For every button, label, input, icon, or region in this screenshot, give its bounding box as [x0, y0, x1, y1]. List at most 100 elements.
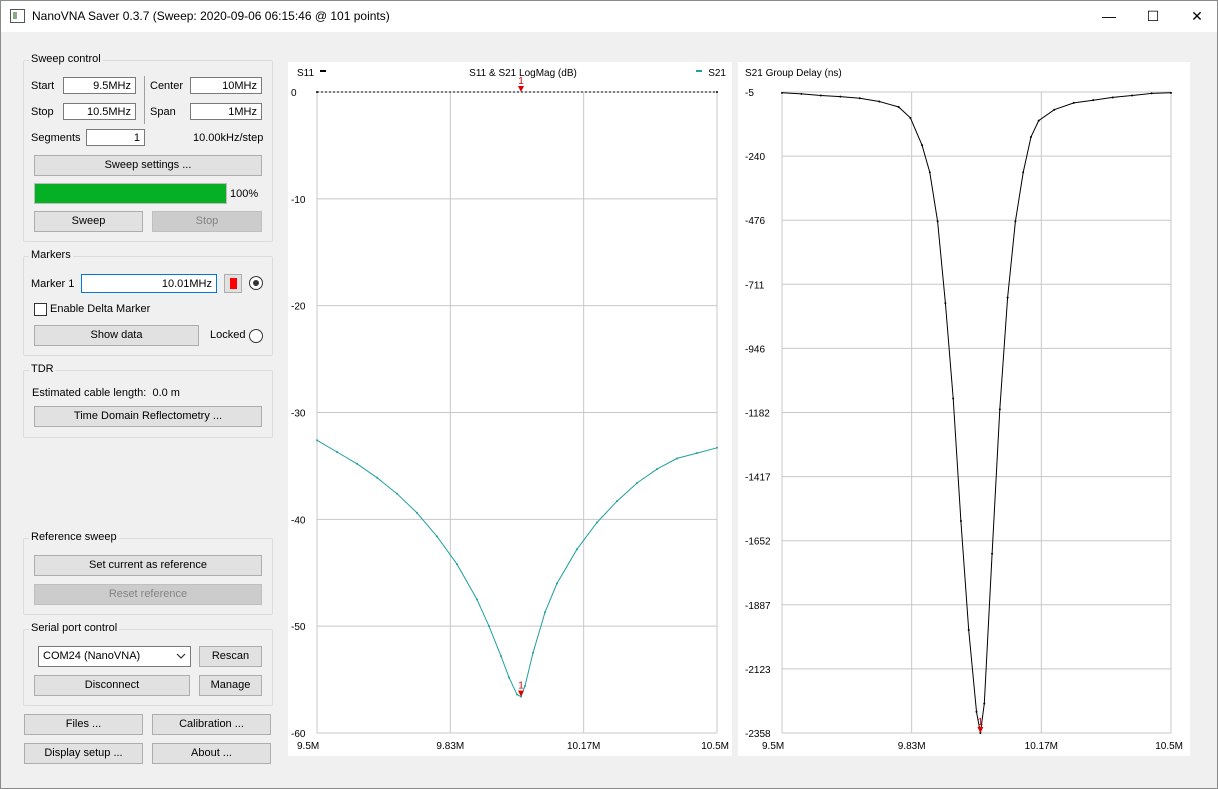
- segments-input[interactable]: 1: [86, 129, 145, 146]
- y-tick-label: -711: [745, 280, 765, 291]
- series-point: [897, 105, 900, 108]
- close-button[interactable]: ✕: [1174, 0, 1218, 32]
- x-tick-label: 10.5M: [701, 741, 729, 752]
- series-point: [716, 446, 718, 449]
- files-button[interactable]: Files ...: [24, 714, 143, 735]
- series-point: [967, 629, 970, 632]
- tdr-group: [23, 370, 273, 438]
- series-point: [576, 548, 578, 551]
- progress-text: 100%: [230, 188, 259, 200]
- marker-label: 1: [978, 717, 984, 728]
- locked-label: Locked: [210, 329, 246, 341]
- y-tick-label: -5: [745, 88, 754, 99]
- series-point: [524, 684, 526, 687]
- calibration-button[interactable]: Calibration ...: [152, 714, 271, 735]
- series-point: [1006, 296, 1009, 299]
- series-point: [944, 302, 947, 305]
- series-point: [488, 625, 490, 628]
- y-tick-label: -946: [745, 344, 765, 355]
- series-point: [1029, 135, 1032, 138]
- series-point: [696, 452, 698, 455]
- reset-reference-button[interactable]: Reset reference: [34, 584, 262, 605]
- stop-input[interactable]: 10.5MHz: [63, 103, 136, 120]
- series-point: [1131, 94, 1134, 97]
- x-tick-label: 10.17M: [567, 741, 600, 752]
- series-point: [800, 92, 803, 95]
- maximize-button[interactable]: ☐: [1130, 0, 1176, 32]
- series-point: [936, 220, 939, 223]
- minimize-button[interactable]: —: [1086, 0, 1132, 32]
- sweep-progress-bar: [34, 183, 227, 204]
- series-point: [436, 535, 438, 538]
- group-delay-chart-svg: S21 Group Delay (ns) -5 -240 -476 -711 -946 -1…: [745, 68, 1183, 752]
- set-reference-button[interactable]: Set current as reference: [34, 555, 262, 576]
- y-tick-label: -20: [291, 302, 306, 313]
- center-input[interactable]: 10MHz: [190, 77, 262, 94]
- y-tick-label: -476: [745, 216, 765, 227]
- series-point: [508, 676, 510, 679]
- logmag-chart: S11 & S21 LogMag (dB) 0 -10 -20 -30 -40 -50 -60…: [288, 62, 732, 756]
- series-point: [636, 482, 638, 485]
- marker1-color-button[interactable]: [224, 274, 242, 293]
- disconnect-button[interactable]: Disconnect: [34, 675, 190, 696]
- series-point: [878, 100, 881, 103]
- tdr-title: TDR: [29, 363, 56, 375]
- x-tick-label: 10.5M: [1155, 741, 1183, 752]
- title-bar: NanoVNA Saver 0.3.7 (Sweep: 2020-09-06 0…: [0, 0, 1218, 32]
- rescan-button[interactable]: Rescan: [199, 646, 262, 667]
- manage-button[interactable]: Manage: [199, 675, 262, 696]
- start-input[interactable]: 9.5MHz: [63, 77, 136, 94]
- delta-marker-checkbox[interactable]: [34, 303, 47, 316]
- y-tick-label: -10: [291, 195, 306, 206]
- port-select[interactable]: COM24 (NanoVNA): [38, 646, 191, 667]
- series-point: [544, 611, 546, 614]
- span-input[interactable]: 1MHz: [190, 103, 262, 120]
- locked-radio[interactable]: [249, 329, 263, 343]
- series-point: [952, 397, 955, 400]
- x-tick-label: 9.83M: [898, 741, 926, 752]
- chevron-down-icon: [176, 653, 186, 659]
- series-point: [676, 457, 678, 460]
- marker1-input[interactable]: 10.01MHz: [81, 274, 217, 293]
- series-point: [781, 91, 783, 94]
- stop-label: Stop: [31, 106, 54, 118]
- sweep-button[interactable]: Sweep: [34, 211, 143, 232]
- y-tick-label: -1887: [745, 601, 771, 612]
- series-point: [1170, 91, 1172, 94]
- series-point: [1072, 101, 1075, 104]
- series-point: [456, 563, 458, 566]
- series-point: [656, 468, 658, 471]
- series-point: [1053, 108, 1056, 111]
- tdr-button[interactable]: Time Domain Reflectometry ...: [34, 406, 262, 427]
- y-tick-label: -60: [291, 729, 306, 740]
- span-label: Span: [150, 106, 176, 118]
- delta-marker-label: Enable Delta Marker: [50, 303, 151, 315]
- display-setup-button[interactable]: Display setup ...: [24, 743, 143, 764]
- sweep-settings-button[interactable]: Sweep settings ...: [34, 155, 262, 176]
- series-point: [556, 582, 558, 585]
- x-tick-label: 9.83M: [436, 741, 464, 752]
- logmag-chart-svg: S11 & S21 LogMag (dB)0-10-20-30-40-50-60…: [291, 68, 729, 752]
- series-point: [516, 693, 518, 696]
- app-icon: [10, 9, 25, 23]
- x-tick-label: 10.17M: [1025, 741, 1058, 752]
- window-title: NanoVNA Saver 0.3.7 (Sweep: 2020-09-06 0…: [32, 9, 390, 23]
- series-point: [716, 91, 718, 93]
- y-tick-label: -40: [291, 515, 306, 526]
- stop-button[interactable]: Stop: [152, 211, 262, 232]
- y-tick-label: -50: [291, 622, 306, 633]
- show-data-button[interactable]: Show data: [34, 325, 199, 346]
- series-point: [500, 655, 502, 658]
- about-button[interactable]: About ...: [152, 743, 271, 764]
- series-point: [476, 598, 478, 601]
- x-tick-label: 9.5M: [762, 741, 784, 752]
- series-point: [991, 552, 994, 555]
- marker1-color-swatch: [230, 278, 237, 289]
- y-tick-label: -1417: [745, 473, 771, 484]
- legend-s11: S11: [297, 68, 314, 79]
- series-point: [316, 439, 318, 442]
- marker1-radio[interactable]: [249, 276, 263, 290]
- sweep-control-title: Sweep control: [29, 53, 103, 65]
- marker1-label: Marker 1: [31, 278, 75, 290]
- series-point: [532, 651, 534, 654]
